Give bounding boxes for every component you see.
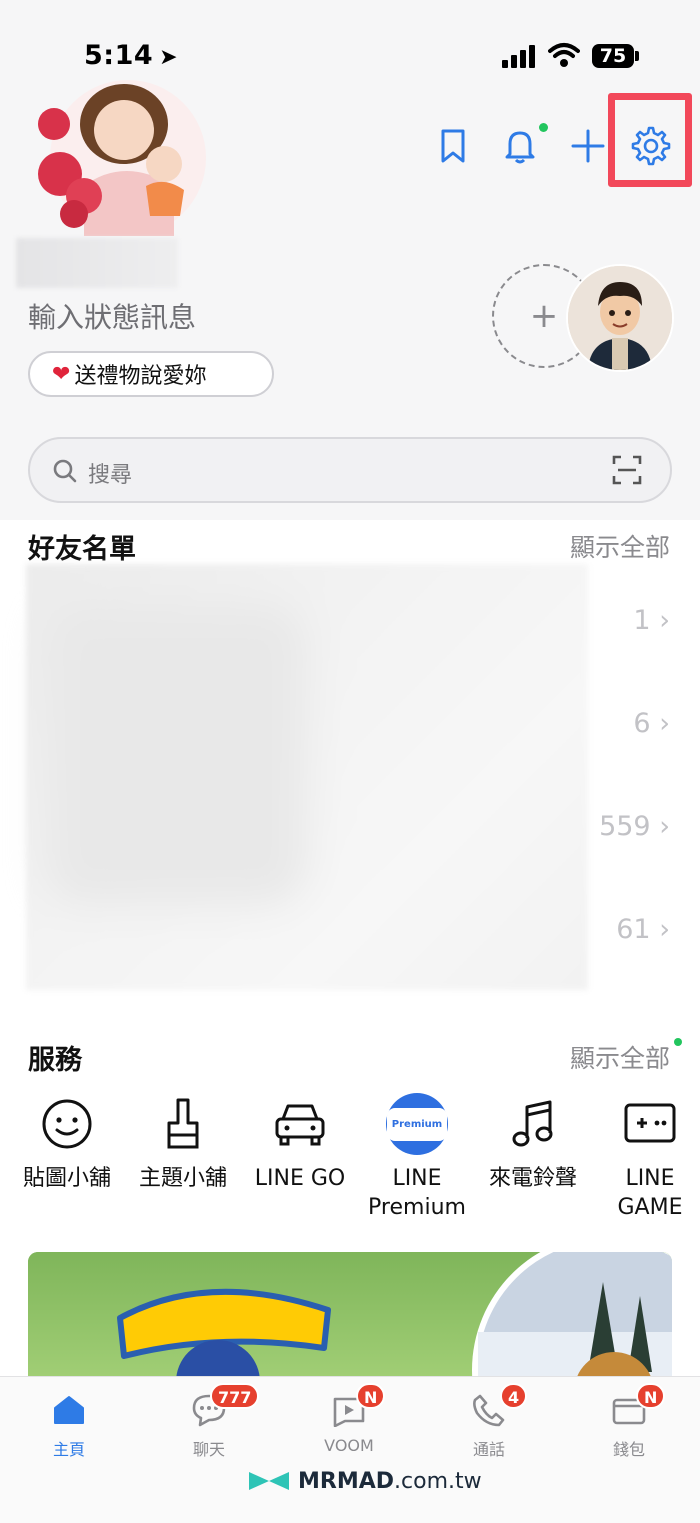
promo-banner[interactable] — [28, 1252, 672, 1382]
gift-button[interactable]: ❤ 送禮物說愛妳 — [28, 351, 274, 397]
friends-show-all[interactable]: 顯示全部 — [570, 528, 670, 564]
bell-icon[interactable] — [498, 124, 542, 168]
tab-home[interactable]: 主頁 — [24, 1390, 114, 1460]
watermark: MRMAD .com.tw — [246, 1468, 482, 1494]
scan-icon[interactable] — [612, 455, 642, 489]
friend-group-count[interactable]: 6 › — [633, 708, 670, 739]
service-label: 主題小舖 — [138, 1166, 227, 1191]
search-input[interactable]: 搜尋 — [88, 457, 132, 489]
service-label: LINE Premium — [368, 1166, 466, 1220]
wifi-icon — [548, 42, 580, 68]
service-label: 來電鈴聲 — [488, 1166, 577, 1191]
service-line-premium[interactable]: Premium LINE Premium — [362, 1093, 472, 1222]
tab-label: 主頁 — [52, 1440, 85, 1459]
bookmark-icon[interactable] — [431, 124, 475, 168]
smiley-icon — [12, 1096, 122, 1152]
friend-group-count[interactable]: 1 › — [633, 605, 670, 636]
service-line-game[interactable]: LINE GAME — [595, 1096, 700, 1222]
status-message-input[interactable]: 輸入狀態訊息 — [28, 296, 196, 336]
services-title: 服務 — [28, 1045, 82, 1076]
settings-highlight-box — [608, 93, 692, 187]
premium-badge-text: Premium — [386, 1107, 448, 1141]
home-icon — [24, 1390, 114, 1430]
service-line-go[interactable]: LINE GO — [245, 1096, 355, 1193]
notification-dot — [539, 123, 548, 132]
battery-cap — [635, 51, 639, 61]
friends-title: 好友名單 — [28, 534, 136, 565]
friend-group-count[interactable]: 61 › — [616, 914, 670, 945]
voom-new-badge: N — [356, 1383, 386, 1409]
mrmad-logo-icon — [249, 1472, 289, 1490]
tab-label: 錢包 — [612, 1440, 645, 1459]
profile-avatar[interactable] — [24, 66, 214, 236]
service-label: LINE GAME — [617, 1166, 683, 1220]
service-theme-shop[interactable]: 主題小舖 — [128, 1096, 238, 1193]
wallet-new-badge: N — [636, 1383, 666, 1409]
plus-icon: + — [529, 296, 559, 336]
cellular-signal-icon — [502, 44, 536, 68]
service-label: LINE GO — [254, 1166, 346, 1191]
gamepad-icon — [595, 1096, 700, 1152]
service-sticker-shop[interactable]: 貼圖小舖 — [12, 1096, 122, 1193]
search-icon — [52, 458, 78, 488]
services-new-dot — [674, 1038, 682, 1046]
plus-icon[interactable] — [566, 124, 610, 168]
watermark-brand: MRMAD — [298, 1468, 395, 1494]
battery-level: 75 — [592, 44, 634, 68]
calls-badge: 4 — [500, 1383, 528, 1409]
chat-unread-badge: 777 — [210, 1383, 260, 1409]
story-avatar[interactable] — [566, 264, 674, 372]
watermark-domain: .com.tw — [394, 1468, 482, 1494]
tab-label: VOOM — [324, 1436, 374, 1455]
tab-label: 聊天 — [192, 1440, 225, 1459]
service-ringtone[interactable]: 來電鈴聲 — [478, 1096, 588, 1193]
brush-icon — [128, 1096, 238, 1152]
music-note-icon — [478, 1096, 588, 1152]
heart-icon: ❤ — [52, 361, 71, 387]
gift-button-label: 送禮物說愛妳 — [74, 364, 207, 389]
car-icon — [245, 1096, 355, 1152]
services-show-all[interactable]: 顯示全部 — [570, 1039, 670, 1075]
friends-list-redacted — [26, 564, 588, 990]
friend-group-count[interactable]: 559 › — [599, 811, 670, 842]
tab-label: 通話 — [472, 1440, 505, 1459]
service-label: 貼圖小舖 — [22, 1166, 111, 1191]
profile-name-redacted — [16, 238, 178, 288]
premium-icon: Premium — [362, 1093, 472, 1155]
